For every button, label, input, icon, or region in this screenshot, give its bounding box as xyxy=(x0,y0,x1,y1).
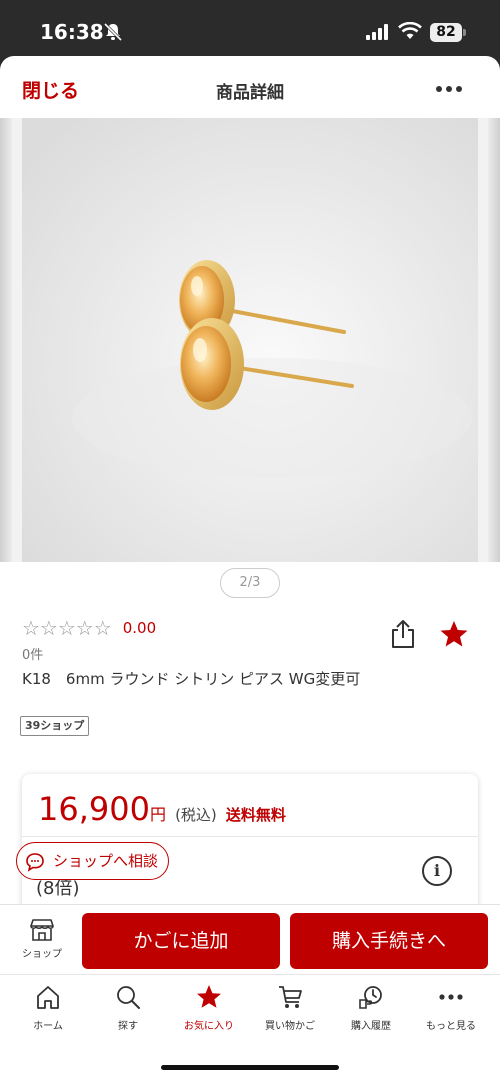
tax-label: (税込) xyxy=(175,806,217,824)
shop-link[interactable]: ショップ xyxy=(14,917,70,960)
info-icon[interactable]: i xyxy=(422,856,452,886)
cart-icon xyxy=(279,986,302,1008)
shop-consult-button[interactable]: ショップへ相談 xyxy=(16,842,170,880)
tab-search-label: 探す xyxy=(118,1021,138,1032)
product-photo xyxy=(22,118,478,562)
search-icon xyxy=(117,986,140,1009)
history-icon xyxy=(359,986,382,1009)
more-icon xyxy=(439,994,463,1000)
add-to-cart-button[interactable]: かごに追加 xyxy=(82,913,280,969)
image-gallery[interactable] xyxy=(0,118,500,562)
battery-indicator: 82 xyxy=(430,23,462,42)
chat-bubble-icon xyxy=(26,853,44,872)
tab-search[interactable]: 探す xyxy=(88,983,168,1032)
product-detail-sheet: 閉じる 商品詳細 2/3 ☆☆☆☆☆ 0.00 0件 K18 6mm ラウンド … xyxy=(0,56,500,1080)
bottom-tab-bar: ホーム 探す お気に入り 買い物かご 購入履歴 もっと見る xyxy=(0,974,500,1080)
status-bar: 16:38 82 xyxy=(0,0,500,58)
shop-consult-label: ショップへ相談 xyxy=(53,852,159,870)
tab-favorites[interactable]: お気に入り xyxy=(169,983,249,1032)
tab-more-label: もっと見る xyxy=(426,1021,476,1032)
shop-storefront-icon xyxy=(30,919,54,941)
rating-value: 0.00 xyxy=(122,619,157,637)
shop-badge: 39ショップ xyxy=(20,716,90,736)
page-title: 商品詳細 xyxy=(216,83,284,103)
next-image-peek[interactable] xyxy=(488,118,500,562)
checkout-button[interactable]: 購入手続きへ xyxy=(290,913,488,969)
tab-cart[interactable]: 買い物かご xyxy=(250,983,330,1032)
shop-link-label: ショップ xyxy=(22,949,62,960)
share-icon[interactable] xyxy=(388,618,418,650)
image-page-indicator: 2/3 xyxy=(220,568,280,598)
tab-favorites-label: お気に入り xyxy=(184,1021,234,1032)
action-bar: ショップ かごに追加 購入手続きへ xyxy=(0,904,500,974)
more-options-button[interactable] xyxy=(434,76,464,100)
review-count[interactable]: 0件 xyxy=(22,644,43,663)
nav-header: 閉じる 商品詳細 xyxy=(0,56,500,118)
product-title: K18 6mm ラウンド シトリン ピアス WG変更可 xyxy=(22,670,361,688)
favorite-star-icon[interactable] xyxy=(438,618,470,650)
home-icon xyxy=(37,986,59,1009)
tab-purchase-history[interactable]: 購入履歴 xyxy=(331,983,411,1032)
status-time: 16:38 xyxy=(40,20,104,44)
tab-home-label: ホーム xyxy=(33,1021,63,1032)
tab-home[interactable]: ホーム xyxy=(8,983,88,1032)
free-shipping-label: 送料無料 xyxy=(225,806,286,824)
bell-slash-icon xyxy=(103,22,123,42)
star-icon xyxy=(197,985,221,1008)
price-line: 16,900円 (税込) 送料無料 xyxy=(38,790,286,828)
tab-purchase-history-label: 購入履歴 xyxy=(351,1021,391,1032)
previous-image-peek[interactable] xyxy=(0,118,12,562)
signal-icon xyxy=(366,24,388,40)
price-divider xyxy=(22,836,478,837)
wifi-icon xyxy=(398,22,422,39)
rating-row[interactable]: ☆☆☆☆☆ 0.00 xyxy=(22,616,156,640)
price-unit: 円 xyxy=(149,805,166,824)
home-indicator xyxy=(161,1065,339,1070)
battery-tip xyxy=(463,29,466,36)
tab-more[interactable]: もっと見る xyxy=(411,983,491,1032)
rating-stars: ☆☆☆☆☆ xyxy=(22,616,112,640)
tab-cart-label: 買い物かご xyxy=(265,1021,315,1032)
price-amount: 16,900 xyxy=(38,790,150,828)
